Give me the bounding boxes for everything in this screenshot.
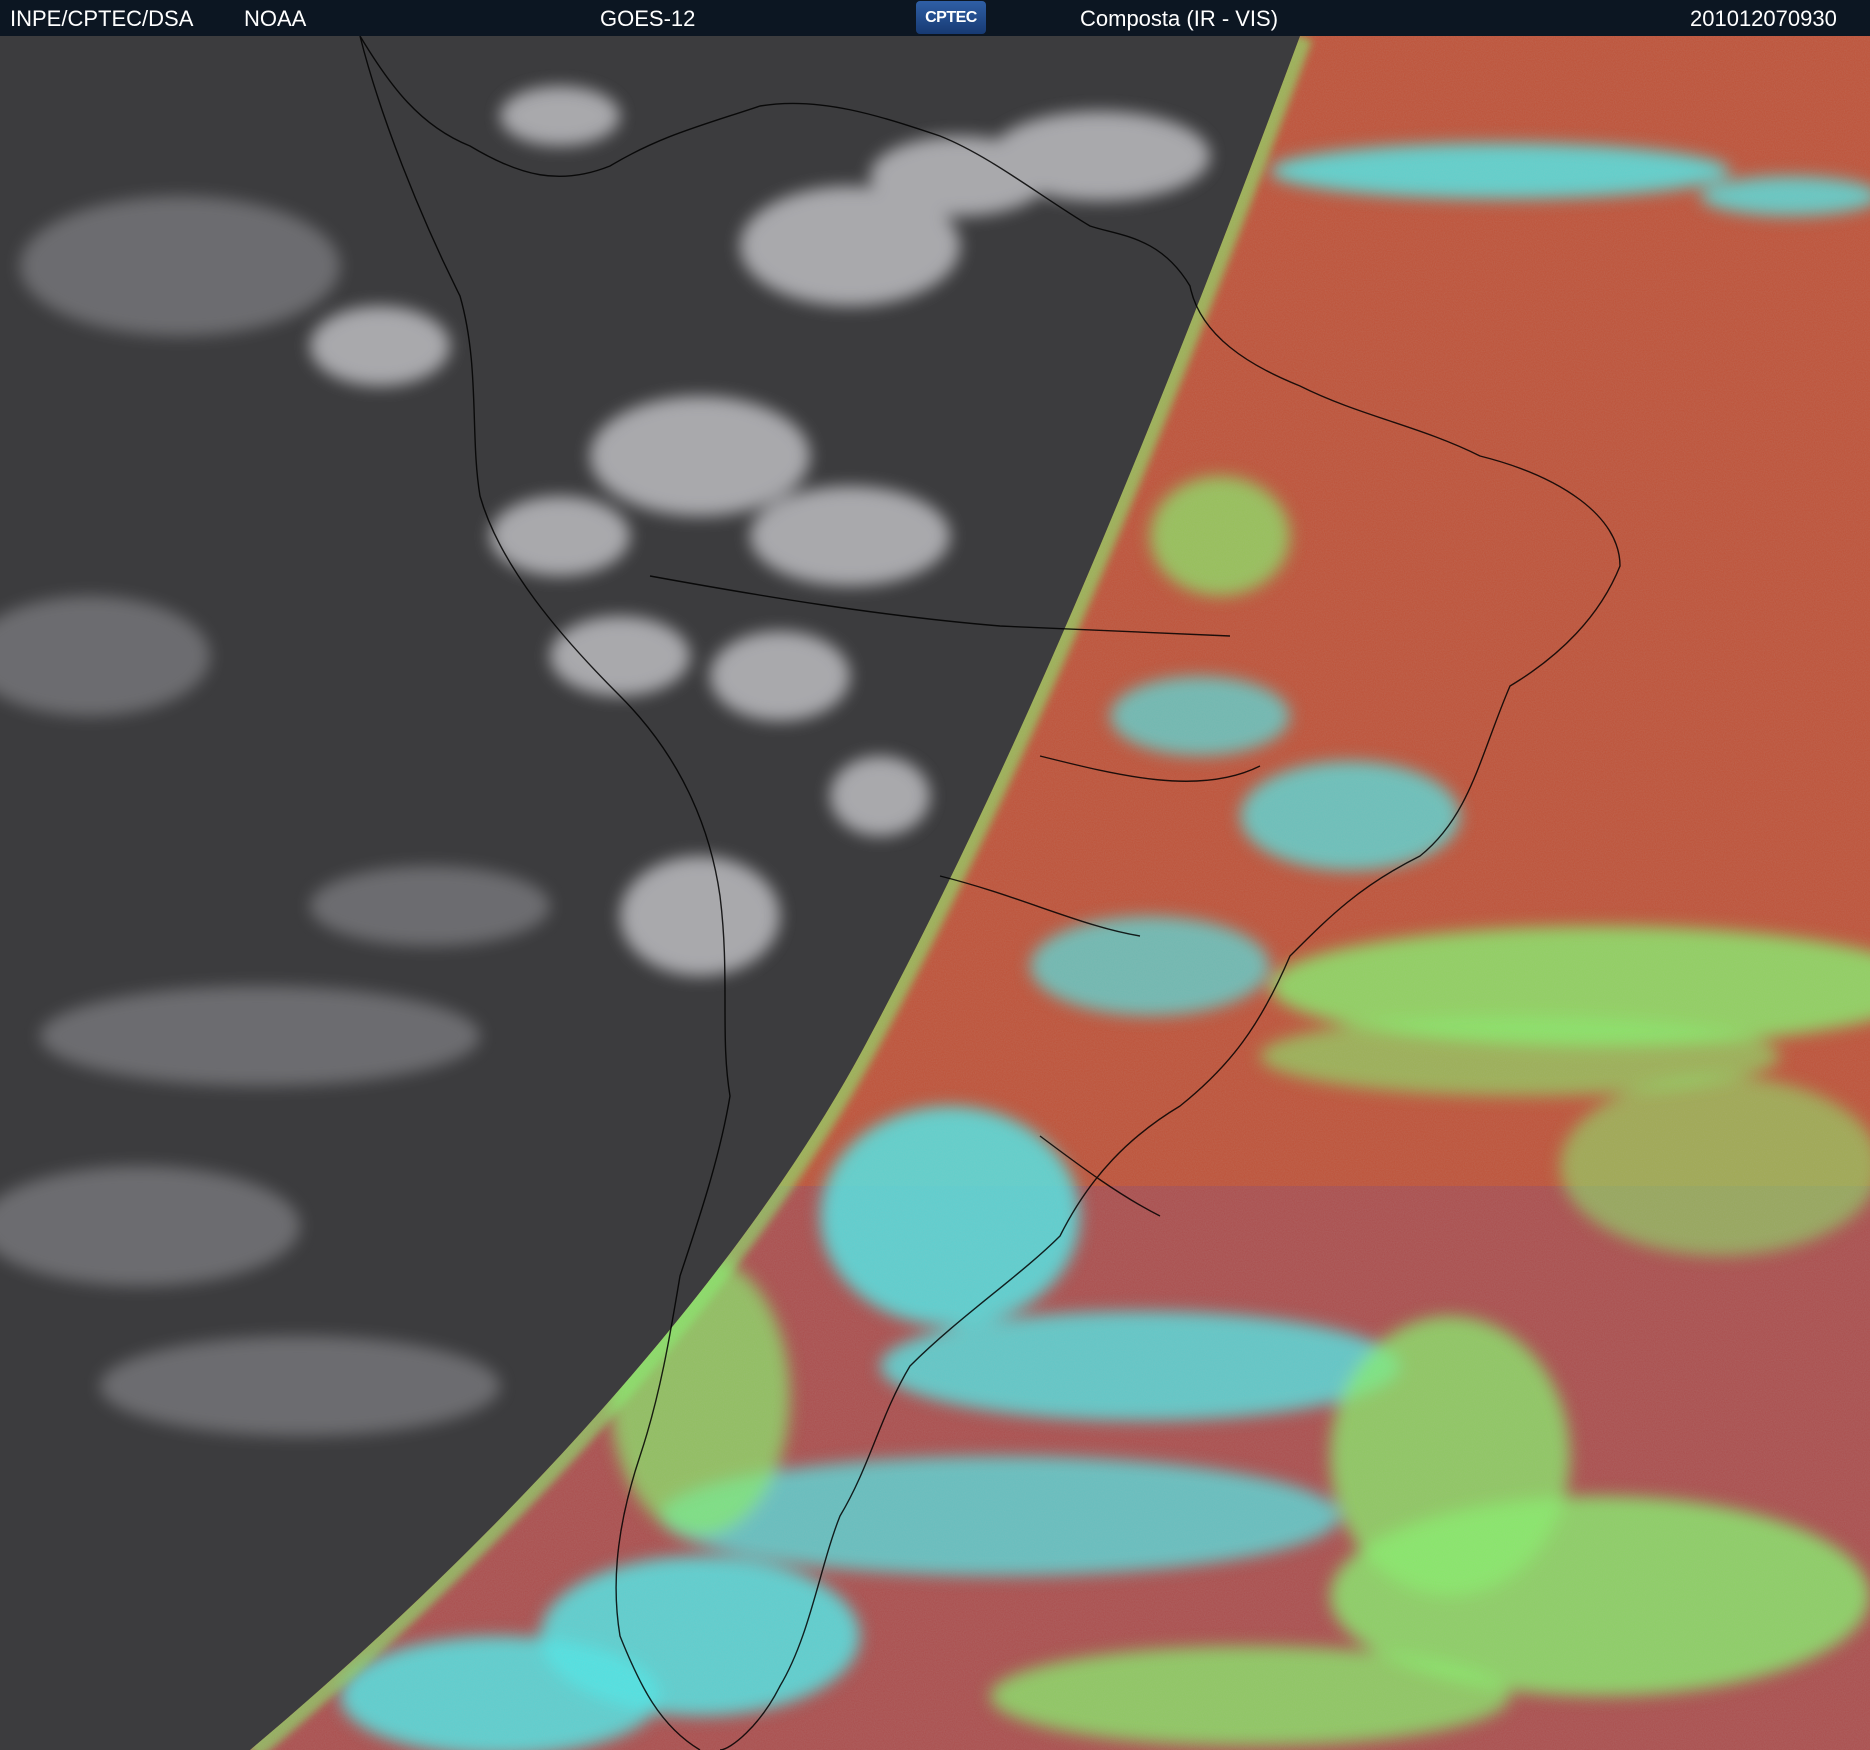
agency-label: NOAA [244, 6, 307, 31]
satellite-label: GOES-12 [600, 6, 696, 31]
timestamp-label: 201012070930 [1690, 6, 1837, 31]
product-label: Composta (IR - VIS) [1080, 6, 1279, 31]
cptec-logo: CPTEC [916, 1, 986, 34]
satellite-image [0, 36, 1870, 1750]
source-label: INPE/CPTEC/DSA [10, 6, 194, 31]
header-bar: INPE/CPTEC/DSA NOAA GOES-12 CPTEC Compos… [0, 0, 1870, 36]
